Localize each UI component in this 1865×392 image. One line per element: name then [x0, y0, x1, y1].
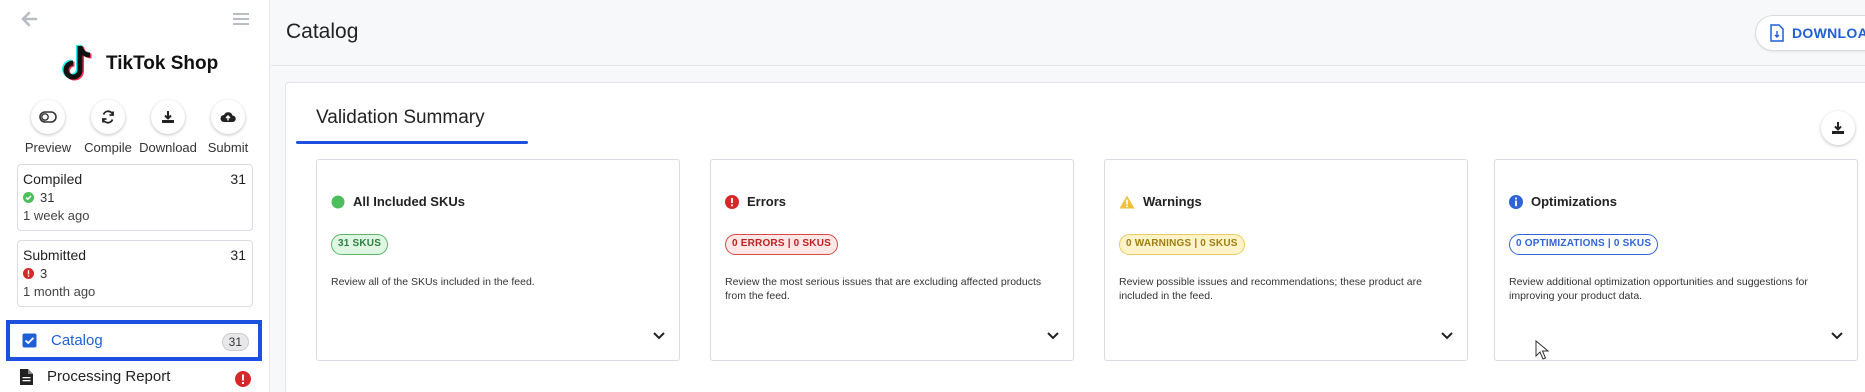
- submitted-row: 3: [23, 266, 247, 281]
- optimizations-description: Review additional optimization opportuni…: [1509, 276, 1808, 302]
- errors-title: Errors: [747, 194, 787, 209]
- page-header: Catalog DOWNLOAD: [271, 0, 1865, 66]
- all-skus-title: All Included SKUs: [353, 194, 465, 209]
- preview-label: Preview: [24, 140, 72, 155]
- export-summary-button[interactable]: [1821, 111, 1855, 145]
- all-skus-pill: 31 SKUS: [331, 234, 389, 255]
- cloud-upload-icon: [220, 112, 236, 122]
- validation-panel: Validation Summary All Included SKUs 31 …: [285, 82, 1865, 392]
- compiled-row: 31: [23, 190, 247, 205]
- errors-header: Errors: [725, 194, 786, 209]
- submitted-value: 3: [40, 266, 48, 281]
- compiled-value: 31: [40, 190, 55, 205]
- chevron-down-icon[interactable]: [653, 332, 665, 340]
- download-label: Download: [139, 140, 197, 155]
- optimizations-title: Optimizations: [1531, 194, 1617, 209]
- warnings-header: Warnings: [1119, 194, 1202, 209]
- error-alert-icon: [235, 371, 251, 387]
- checkbox-checked-icon: [22, 333, 37, 348]
- toggle-icon: [39, 111, 57, 123]
- sidebar: TikTok Shop Preview Compile Download Sub…: [0, 0, 270, 392]
- submitted-title: Submitted: [23, 247, 87, 263]
- errors-card[interactable]: Errors 0 ERRORS | 0 SKUS Review the most…: [710, 159, 1074, 361]
- all-skus-header: All Included SKUs: [331, 194, 465, 209]
- compiled-count: 31: [230, 171, 246, 187]
- download-icon: [1832, 122, 1844, 134]
- error-circle-icon: [725, 194, 739, 209]
- info-circle-icon: [1509, 194, 1523, 209]
- all-skus-description: Review all of the SKUs included in the f…: [331, 276, 535, 288]
- validation-summary-tab[interactable]: Validation Summary: [316, 107, 485, 129]
- download-header-label: DOWNLOAD: [1792, 25, 1865, 41]
- errors-pill: 0 ERRORS | 0 SKUS: [725, 234, 839, 255]
- compile-label: Compile: [84, 140, 132, 155]
- sidebar-top: [0, 0, 269, 40]
- compile-circle: [91, 100, 125, 134]
- file-download-icon: [1770, 24, 1784, 42]
- submitted-count: 31: [230, 247, 246, 263]
- green-dot-icon: [331, 195, 345, 208]
- sidebar-item-processing-report-label: Processing Report: [47, 368, 171, 385]
- chevron-down-icon[interactable]: [1047, 332, 1059, 340]
- download-button[interactable]: Download: [138, 100, 198, 155]
- errors-description: Review the most serious issues that are …: [725, 276, 1042, 302]
- sidebar-item-processing-report[interactable]: Processing Report: [20, 368, 170, 385]
- submit-label: Submit: [207, 140, 249, 155]
- chevron-down-icon[interactable]: [1441, 332, 1453, 340]
- download-icon: [162, 111, 174, 123]
- arrow-left-icon[interactable]: [20, 10, 38, 28]
- submit-button[interactable]: Submit: [198, 100, 258, 155]
- check-circle-icon: [23, 192, 34, 203]
- download-circle: [151, 100, 185, 134]
- preview-circle: [31, 100, 65, 134]
- sync-icon: [102, 110, 114, 124]
- brand: TikTok Shop: [60, 42, 218, 86]
- preview-button[interactable]: Preview: [18, 100, 78, 155]
- warnings-title: Warnings: [1143, 194, 1202, 209]
- active-tab-indicator: [296, 141, 528, 144]
- error-circle-icon: [23, 268, 34, 279]
- download-header-button[interactable]: DOWNLOAD: [1755, 15, 1865, 51]
- optimizations-card[interactable]: Optimizations 0 OPTIMIZATIONS | 0 SKUS R…: [1494, 159, 1858, 361]
- compiled-time: 1 week ago: [23, 208, 90, 223]
- document-icon: [20, 368, 33, 385]
- submitted-time: 1 month ago: [23, 284, 96, 299]
- page-title: Catalog: [286, 20, 359, 43]
- sidebar-item-catalog-label: Catalog: [51, 332, 103, 349]
- warnings-pill: 0 WARNINGS | 0 SKUS: [1119, 234, 1245, 255]
- all-skus-card[interactable]: All Included SKUs 31 SKUS Review all of …: [316, 159, 680, 361]
- tiktok-logo-icon: [62, 44, 92, 81]
- sidebar-item-catalog[interactable]: Catalog 31: [6, 320, 262, 361]
- chevron-down-icon[interactable]: [1831, 332, 1843, 340]
- warnings-card[interactable]: Warnings 0 WARNINGS | 0 SKUS Review poss…: [1104, 159, 1468, 361]
- compiled-card[interactable]: Compiled 31 31 1 week ago: [17, 164, 253, 231]
- hamburger-menu-icon[interactable]: [232, 11, 250, 27]
- mouse-cursor-icon: [1535, 340, 1549, 360]
- compiled-title: Compiled: [23, 171, 83, 187]
- submit-circle: [211, 100, 245, 134]
- optimizations-pill: 0 OPTIMIZATIONS | 0 SKUS: [1509, 234, 1659, 255]
- warning-triangle-icon: [1119, 195, 1135, 208]
- warnings-description: Review possible issues and recommendatio…: [1119, 276, 1422, 302]
- submitted-card[interactable]: Submitted 31 3 1 month ago: [17, 240, 253, 307]
- action-bar: Preview Compile Download Submit: [18, 100, 258, 155]
- compile-button[interactable]: Compile: [78, 100, 138, 155]
- catalog-count-badge: 31: [221, 333, 249, 351]
- optimizations-header: Optimizations: [1509, 194, 1617, 209]
- brand-name: TikTok Shop: [106, 53, 219, 74]
